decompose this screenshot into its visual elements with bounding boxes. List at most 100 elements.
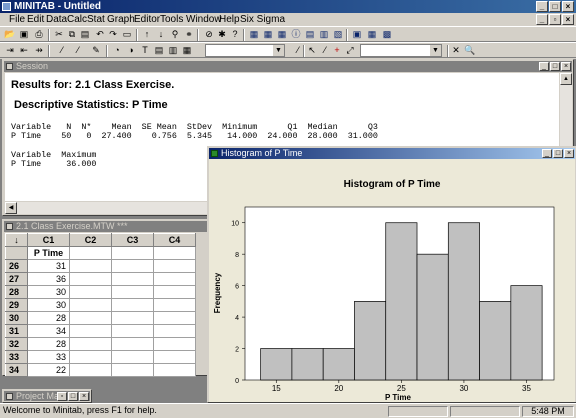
table-cell[interactable] (69, 272, 112, 286)
worksheet-icon[interactable]: ▦ (262, 29, 274, 40)
pie-icon[interactable]: ◑ (125, 45, 137, 56)
select-arrow-icon[interactable]: ↖ (306, 45, 318, 56)
text-icon[interactable]: T (139, 45, 151, 56)
table-cell[interactable] (153, 363, 196, 377)
mdi-minimize-button[interactable]: _ (536, 14, 548, 25)
find-icon[interactable]: ⚲ (169, 29, 181, 40)
undo-icon[interactable]: ↶ (94, 29, 106, 40)
brush-icon[interactable]: ⁄ (72, 45, 84, 56)
table-cell[interactable] (111, 363, 154, 377)
help-icon[interactable]: ? (229, 29, 241, 40)
graph-minimize-button[interactable]: _ (542, 149, 552, 158)
table-cell[interactable] (111, 285, 154, 299)
scroll-left-icon[interactable]: ◀ (5, 202, 17, 214)
column-header-c4[interactable]: C4 (153, 233, 196, 247)
table-cell[interactable] (153, 311, 196, 325)
histogram-bar[interactable] (260, 348, 293, 381)
row-header[interactable]: 28 (5, 285, 28, 299)
table-cell[interactable] (111, 337, 154, 351)
table-cell[interactable] (111, 272, 154, 286)
pm-restore-button[interactable]: ▫ (57, 392, 67, 401)
info-icon[interactable]: ⓘ (290, 29, 302, 40)
project-manager-icon[interactable]: ▩ (381, 29, 393, 40)
row-header[interactable]: 30 (5, 311, 28, 325)
table-cell[interactable]: 28 (27, 311, 70, 325)
table-cell[interactable]: 28 (27, 337, 70, 351)
session-close-button[interactable]: × (561, 62, 571, 71)
pencil-icon[interactable]: ✎ (90, 45, 102, 56)
table-cell[interactable] (153, 350, 196, 364)
histogram-bar[interactable] (479, 301, 512, 381)
related-docs-icon[interactable]: ▧ (332, 29, 344, 40)
select-all-corner[interactable]: ↓ (5, 233, 28, 247)
tile-icon[interactable]: ▦ (366, 29, 378, 40)
arrow-down-icon[interactable]: ↓ (155, 29, 167, 40)
menu-data[interactable]: Data (46, 13, 67, 26)
table-cell[interactable] (69, 350, 112, 364)
table-cell[interactable] (111, 298, 154, 312)
open-icon[interactable]: 📂 (4, 29, 16, 40)
table-cell[interactable] (153, 324, 196, 338)
table-cell[interactable]: 31 (27, 259, 70, 273)
graph-edit-combo[interactable]: ▼ (205, 44, 285, 57)
table-cell[interactable] (69, 298, 112, 312)
insert-cells-icon[interactable]: ⇥ (4, 45, 16, 56)
cut-icon[interactable]: ✂ (53, 29, 65, 40)
table-cell[interactable]: 22 (27, 363, 70, 377)
column-header-c1[interactable]: C1 (27, 233, 70, 247)
column-name-c2[interactable] (69, 246, 112, 260)
table-cell[interactable] (111, 324, 154, 338)
menu-calc[interactable]: Calc (67, 13, 87, 26)
scroll-up-icon[interactable]: ▲ (560, 73, 572, 85)
menu-window[interactable]: Window (186, 13, 222, 26)
table-cell[interactable] (153, 285, 196, 299)
table-cell[interactable] (153, 298, 196, 312)
table-icon[interactable]: ▤ (153, 45, 165, 56)
graph-icon[interactable]: ◔ (111, 45, 123, 56)
redo-icon[interactable]: ↷ (107, 29, 119, 40)
column-name-c1[interactable]: P Time (27, 246, 70, 260)
histogram-bar[interactable] (354, 301, 387, 381)
mdi-restore-button[interactable]: ▫ (549, 14, 561, 25)
row-header[interactable]: 33 (5, 350, 28, 364)
worksheet-titlebar[interactable]: 2.1 Class Exercise.MTW *** (4, 221, 210, 232)
mdi-close-button[interactable]: × (562, 14, 574, 25)
layout-icon[interactable]: ▦ (181, 45, 193, 56)
table-cell[interactable] (111, 259, 154, 273)
minimize-button[interactable]: _ (536, 1, 548, 12)
line-tool-icon[interactable]: ⁄ (319, 45, 331, 56)
menu-six-sigma[interactable]: Six Sigma (240, 13, 285, 26)
delete-icon[interactable]: ✕ (450, 45, 462, 56)
column-header-c3[interactable]: C3 (111, 233, 154, 247)
pm-maximize-button[interactable]: □ (68, 392, 78, 401)
binoculars-icon[interactable]: ⚭ (183, 29, 195, 40)
graphs-icon[interactable]: ▥ (318, 29, 330, 40)
column-header-c2[interactable]: C2 (69, 233, 112, 247)
table-cell[interactable]: 30 (27, 298, 70, 312)
session-minimize-button[interactable]: _ (539, 62, 549, 71)
insert-rows-icon[interactable]: ⇤ (18, 45, 30, 56)
arrow-up-icon[interactable]: ↑ (141, 29, 153, 40)
report-pad-icon[interactable]: ▣ (351, 29, 363, 40)
table-cell[interactable] (111, 350, 154, 364)
table-cell[interactable]: 30 (27, 285, 70, 299)
close-button[interactable]: × (562, 1, 574, 12)
menu-file[interactable]: File (9, 13, 25, 26)
table-cell[interactable] (69, 259, 112, 273)
histogram-bar[interactable] (510, 285, 543, 381)
move-columns-icon[interactable]: ⁄ (56, 45, 68, 56)
chart-icon[interactable]: ▥ (167, 45, 179, 56)
session-maximize-button[interactable]: □ (550, 62, 560, 71)
column-name-c3[interactable] (111, 246, 154, 260)
histogram-bar[interactable] (447, 222, 480, 381)
table-cell[interactable]: 36 (27, 272, 70, 286)
graph-maximize-button[interactable]: □ (553, 149, 563, 158)
maximize-button[interactable]: □ (549, 1, 561, 12)
crosshair-icon[interactable]: + (331, 45, 343, 56)
paste-icon[interactable]: ▤ (79, 29, 91, 40)
save-icon[interactable]: ▣ (18, 29, 30, 40)
row-header[interactable]: 32 (5, 337, 28, 351)
table-cell[interactable]: 34 (27, 324, 70, 338)
histogram-bar[interactable] (416, 253, 449, 381)
row-header[interactable]: 26 (5, 259, 28, 273)
